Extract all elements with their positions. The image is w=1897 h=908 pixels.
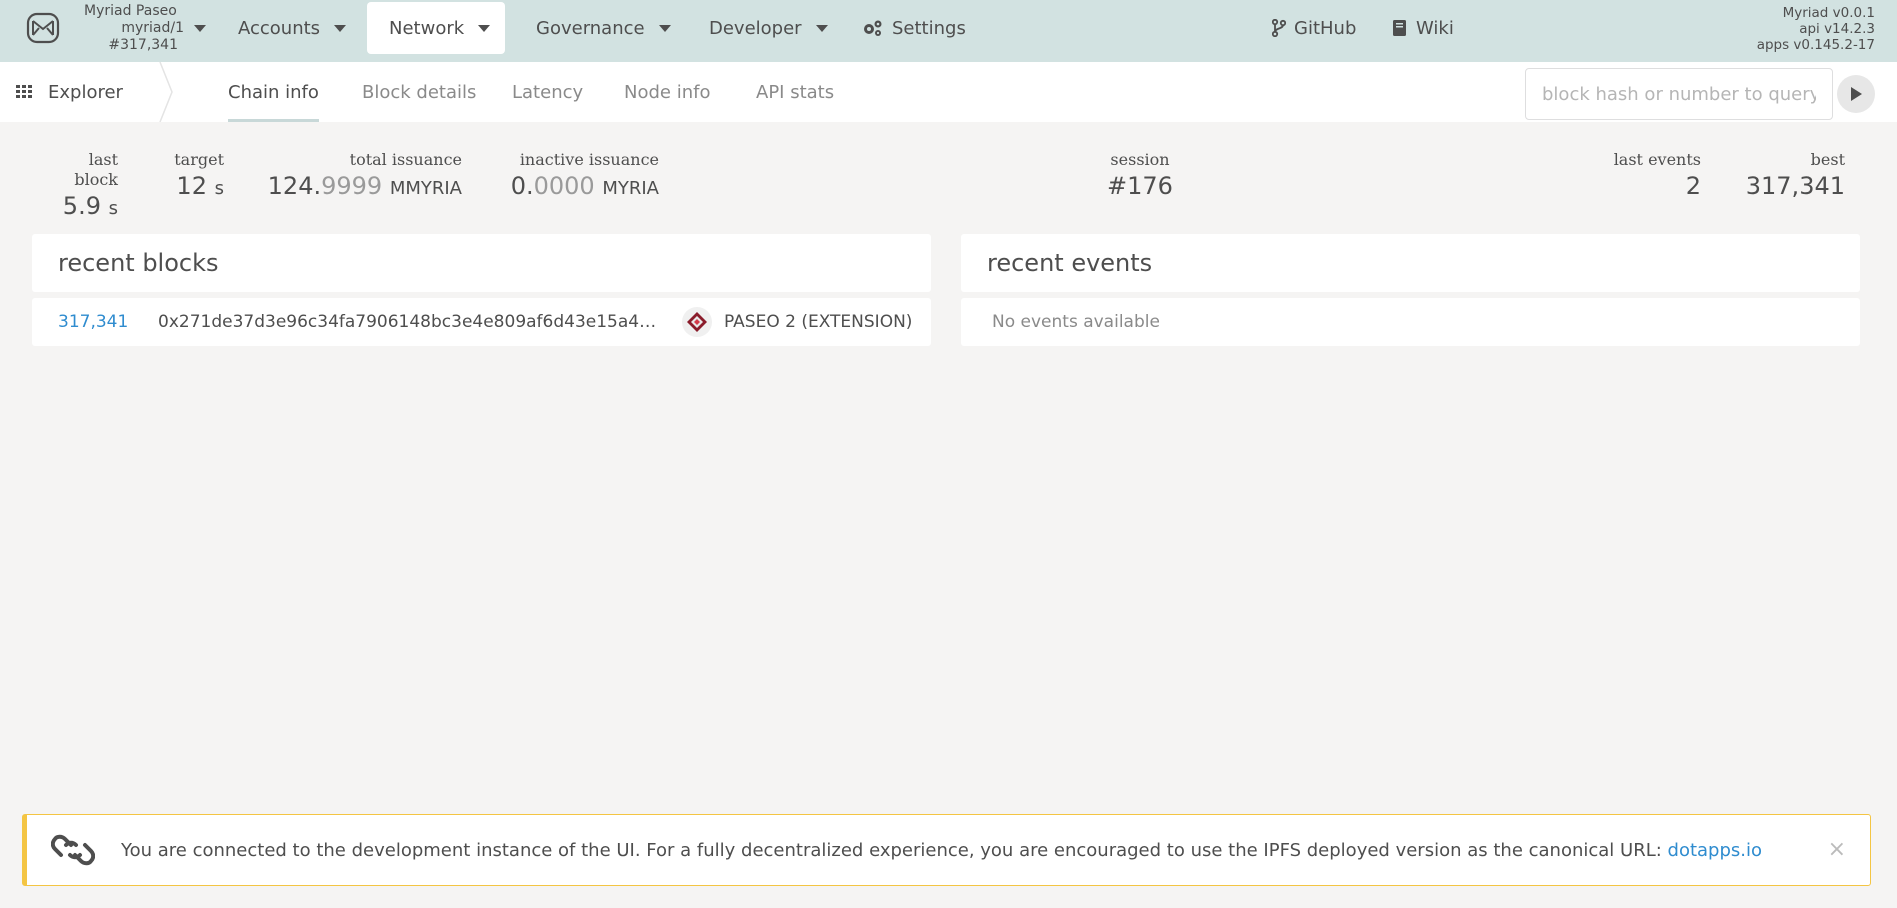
stat-value: #176 [1107,172,1173,200]
menu-governance[interactable]: Governance [514,2,693,54]
tab-chain-info[interactable]: Chain info [216,62,331,122]
runtime-version: myriad/1 [121,20,184,36]
tab-label: Chain info [228,81,319,103]
stat-unit: MMYRIA [389,178,462,199]
block-row: 317,341 0x271de37d3e96c34fa7906148bc3e4e… [32,298,931,346]
stat-best: best 317,341 [1740,150,1845,202]
menu-governance-label: Governance [536,17,645,39]
caret-down-icon [815,24,828,32]
events-empty-row: No events available [961,298,1860,346]
api-version: api v14.2.3 [1799,21,1875,37]
section-explorer[interactable]: Explorer [0,62,170,122]
block-author[interactable]: PASEO 2 (EXTENSION) [724,312,912,332]
menu-accounts-label: Accounts [238,17,321,39]
stat-label: session [1110,150,1170,169]
chain-selector[interactable]: Myriad Paseo myriad/1 #317,341 [72,3,206,54]
apps-version: apps v0.145.2-17 [1756,37,1875,53]
stat-value: 12 [176,172,207,200]
chain-logo-icon[interactable] [26,12,60,44]
stat-unit: s [108,198,118,219]
menu-developer-label: Developer [709,17,802,39]
recent-blocks-header: recent blocks [32,234,931,292]
block-query [1525,68,1875,120]
menu-github-label: GitHub [1294,17,1357,39]
notice-text: You are connected to the development ins… [121,840,1762,861]
play-icon [1851,87,1863,101]
section-label: Explorer [48,81,123,103]
stat-value: 2 [1685,172,1701,200]
stat-value-integer: 124. [267,172,322,200]
stat-value-fraction: 0000 [533,172,595,200]
caret-down-icon [334,24,347,32]
menu-network[interactable]: Network [367,2,505,54]
recent-events-title: recent events [987,249,1153,277]
close-icon[interactable]: × [1828,837,1846,862]
chevron-separator-icon [159,62,173,122]
book-icon [1393,20,1406,36]
stat-value-integer: 0. [510,172,534,200]
menu-network-label: Network [389,17,465,39]
stat-label: last block [74,150,118,189]
stat-label: total issuance [349,150,462,169]
version-info: Myriad v0.0.1 api v14.2.3 apps v0.145.2-… [1757,5,1875,53]
tab-label: Latency [512,81,584,103]
menu-accounts[interactable]: Accounts [216,2,368,54]
stat-session: session #176 [1090,150,1190,202]
menu-github[interactable]: GitHub [1250,2,1378,54]
chain-name: Myriad Paseo [84,3,177,19]
block-number-link[interactable]: 317,341 [58,312,158,332]
menu-wiki-label: Wiki [1416,17,1454,39]
node-version: Myriad v0.0.1 [1782,5,1875,21]
author-identicon-icon[interactable] [682,307,712,337]
stat-inactive-issuance: inactive issuance 0.0000 MYRIA [500,150,659,205]
stat-unit: MYRIA [602,178,659,199]
query-submit-button[interactable] [1837,75,1875,113]
menu-settings[interactable]: Settings [840,2,988,54]
notice-message: You are connected to the development ins… [121,839,1668,861]
stat-unit: s [214,178,224,199]
caret-down-icon [658,24,671,32]
sub-navigation: Explorer Chain info Block details Latenc… [0,62,1897,122]
tab-label: Node info [624,81,711,103]
stat-value-fraction: 9999 [321,172,383,200]
code-branch-icon [1272,19,1286,37]
stat-label: inactive issuance [519,150,659,169]
tab-label: Block details [362,81,477,103]
caret-down-icon [194,25,206,32]
tab-api-stats[interactable]: API stats [744,62,846,122]
block-hash: 0x271de37d3e96c34fa7906148bc3e4e809af6d4… [158,312,658,332]
recent-events-header: recent events [961,234,1860,292]
best-block-number: #317,341 [108,37,178,53]
chain-summary: last block 5.9 s target 12 s total issua… [0,150,1897,220]
caret-down-icon [478,24,491,32]
stat-label: best [1810,150,1845,169]
stat-label: target [174,150,224,169]
menu-settings-label: Settings [892,17,966,39]
dev-instance-notice: You are connected to the development ins… [22,814,1871,886]
top-menu-bar: Myriad Paseo myriad/1 #317,341 Accounts … [0,0,1897,62]
tab-label: API stats [756,81,835,103]
menu-developer[interactable]: Developer [687,2,850,54]
tab-latency[interactable]: Latency [500,62,595,122]
tab-node-info[interactable]: Node info [612,62,722,122]
grid-icon [16,85,32,98]
stat-last-events: last events 2 [1580,150,1701,202]
block-query-input[interactable] [1525,68,1834,120]
stat-last-block: last block 5.9 s [40,150,118,225]
cogs-icon [864,20,882,36]
notice-link[interactable]: dotapps.io [1668,840,1763,861]
stat-value: 5.9 [62,192,101,220]
no-events-message: No events available [992,312,1160,332]
stat-value: 317,341 [1745,172,1845,200]
stat-target: target 12 s [160,150,224,205]
menu-wiki[interactable]: Wiki [1370,2,1476,54]
stat-label: last events [1613,150,1701,169]
tab-block-details[interactable]: Block details [350,62,488,122]
link-icon [51,834,95,866]
stat-total-issuance: total issuance 124.9999 MMYRIA [260,150,462,205]
recent-blocks-title: recent blocks [58,249,219,277]
